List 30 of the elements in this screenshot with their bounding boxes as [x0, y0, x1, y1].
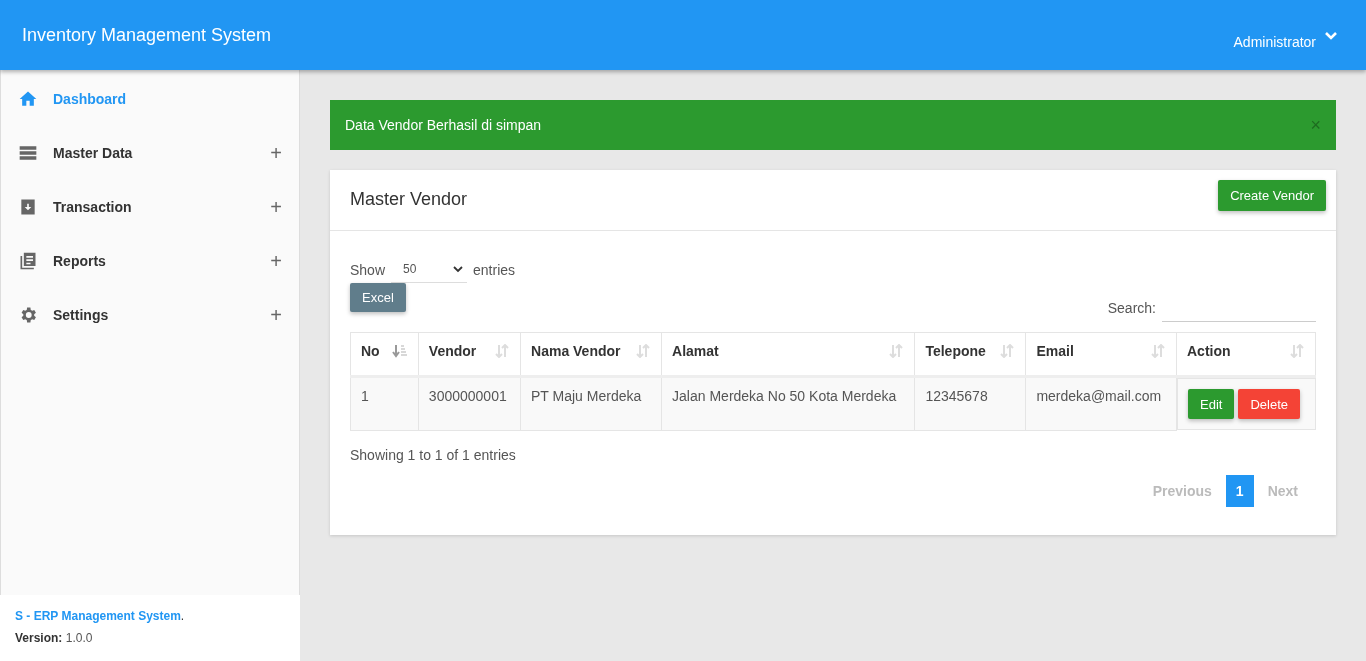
version-text: 1.0.0 [65, 631, 93, 645]
chevron-down-icon [453, 265, 464, 273]
sidebar-item[interactable]: Transaction + [1, 180, 299, 234]
version-label: Version: [15, 631, 63, 645]
sidebar-item[interactable]: Settings + [1, 288, 299, 342]
period-text: . [180, 609, 185, 623]
entries-label: entries [473, 261, 516, 278]
table-cell: 12345678 [914, 376, 1026, 430]
show-label: Show [350, 261, 386, 278]
excel-button[interactable]: Excel [350, 283, 406, 312]
card-title: Master Vendor [350, 189, 468, 210]
table-cell: Jalan Merdeka No 50 Kota Merdeka [661, 376, 915, 430]
table-cell: 1 [350, 376, 419, 430]
alert-message: Data Vendor Berhasil di simpan [345, 117, 542, 133]
archive-icon [18, 197, 38, 217]
documents-icon [18, 251, 38, 271]
search-label: Search: [1107, 299, 1156, 316]
delete-button[interactable]: Delete [1238, 389, 1300, 419]
table-cell: PT Maju Merdeka [520, 376, 662, 430]
sidebar-item[interactable]: Master Data + [1, 126, 299, 180]
list-icon [18, 143, 38, 163]
sidebar-item[interactable]: Reports + [1, 234, 299, 288]
home-icon [18, 89, 38, 109]
table-cell: 3000000001 [418, 376, 521, 430]
create-vendor-button[interactable]: Create Vendor [1218, 180, 1326, 211]
app-title: Inventory Management System [22, 25, 272, 46]
entries-info: Showing 1 to 1 of 1 entries [350, 446, 517, 463]
chevron-down-icon [1324, 31, 1338, 41]
table-cell: merdeka@mail.com [1025, 376, 1177, 430]
edit-button[interactable]: Edit [1188, 389, 1235, 419]
